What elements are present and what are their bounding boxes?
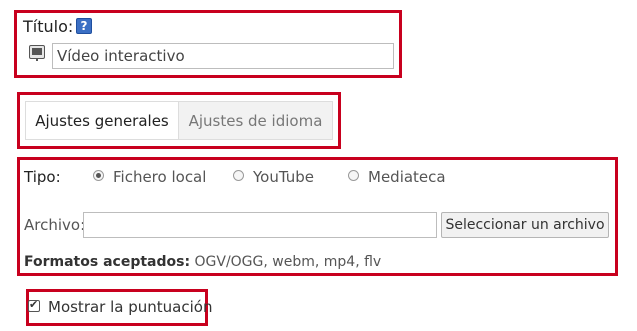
title-input[interactable] — [52, 43, 394, 69]
question-icon[interactable]: ? — [76, 18, 92, 34]
radio-media-library-label[interactable]: Mediateca — [368, 168, 446, 186]
file-input[interactable] — [83, 212, 437, 238]
radio-youtube-label[interactable]: YouTube — [253, 168, 314, 186]
radio-media-library[interactable] — [348, 170, 359, 181]
radio-local-file-label[interactable]: Fichero local — [113, 168, 206, 186]
accepted-formats-label: Formatos aceptados: — [24, 254, 191, 270]
select-file-button[interactable]: Seleccionar un archivo — [441, 212, 609, 238]
media-screen-icon — [29, 45, 45, 61]
accepted-formats-value: OGV/OGG, webm, mp4, flv — [194, 254, 382, 270]
tab-general-settings[interactable]: Ajustes generales — [25, 101, 178, 140]
title-label: Título: — [23, 17, 74, 36]
file-label: Archivo: — [24, 216, 86, 234]
tab-language-settings[interactable]: Ajustes de idioma — [178, 101, 333, 140]
accepted-formats: Formatos aceptados: OGV/OGG, webm, mp4, … — [24, 254, 381, 270]
radio-youtube[interactable] — [233, 170, 244, 181]
show-score-checkbox[interactable] — [28, 298, 40, 312]
type-label: Tipo: — [24, 168, 61, 186]
radio-local-file[interactable] — [93, 170, 104, 181]
show-score-label[interactable]: Mostrar la puntuación — [48, 298, 212, 316]
